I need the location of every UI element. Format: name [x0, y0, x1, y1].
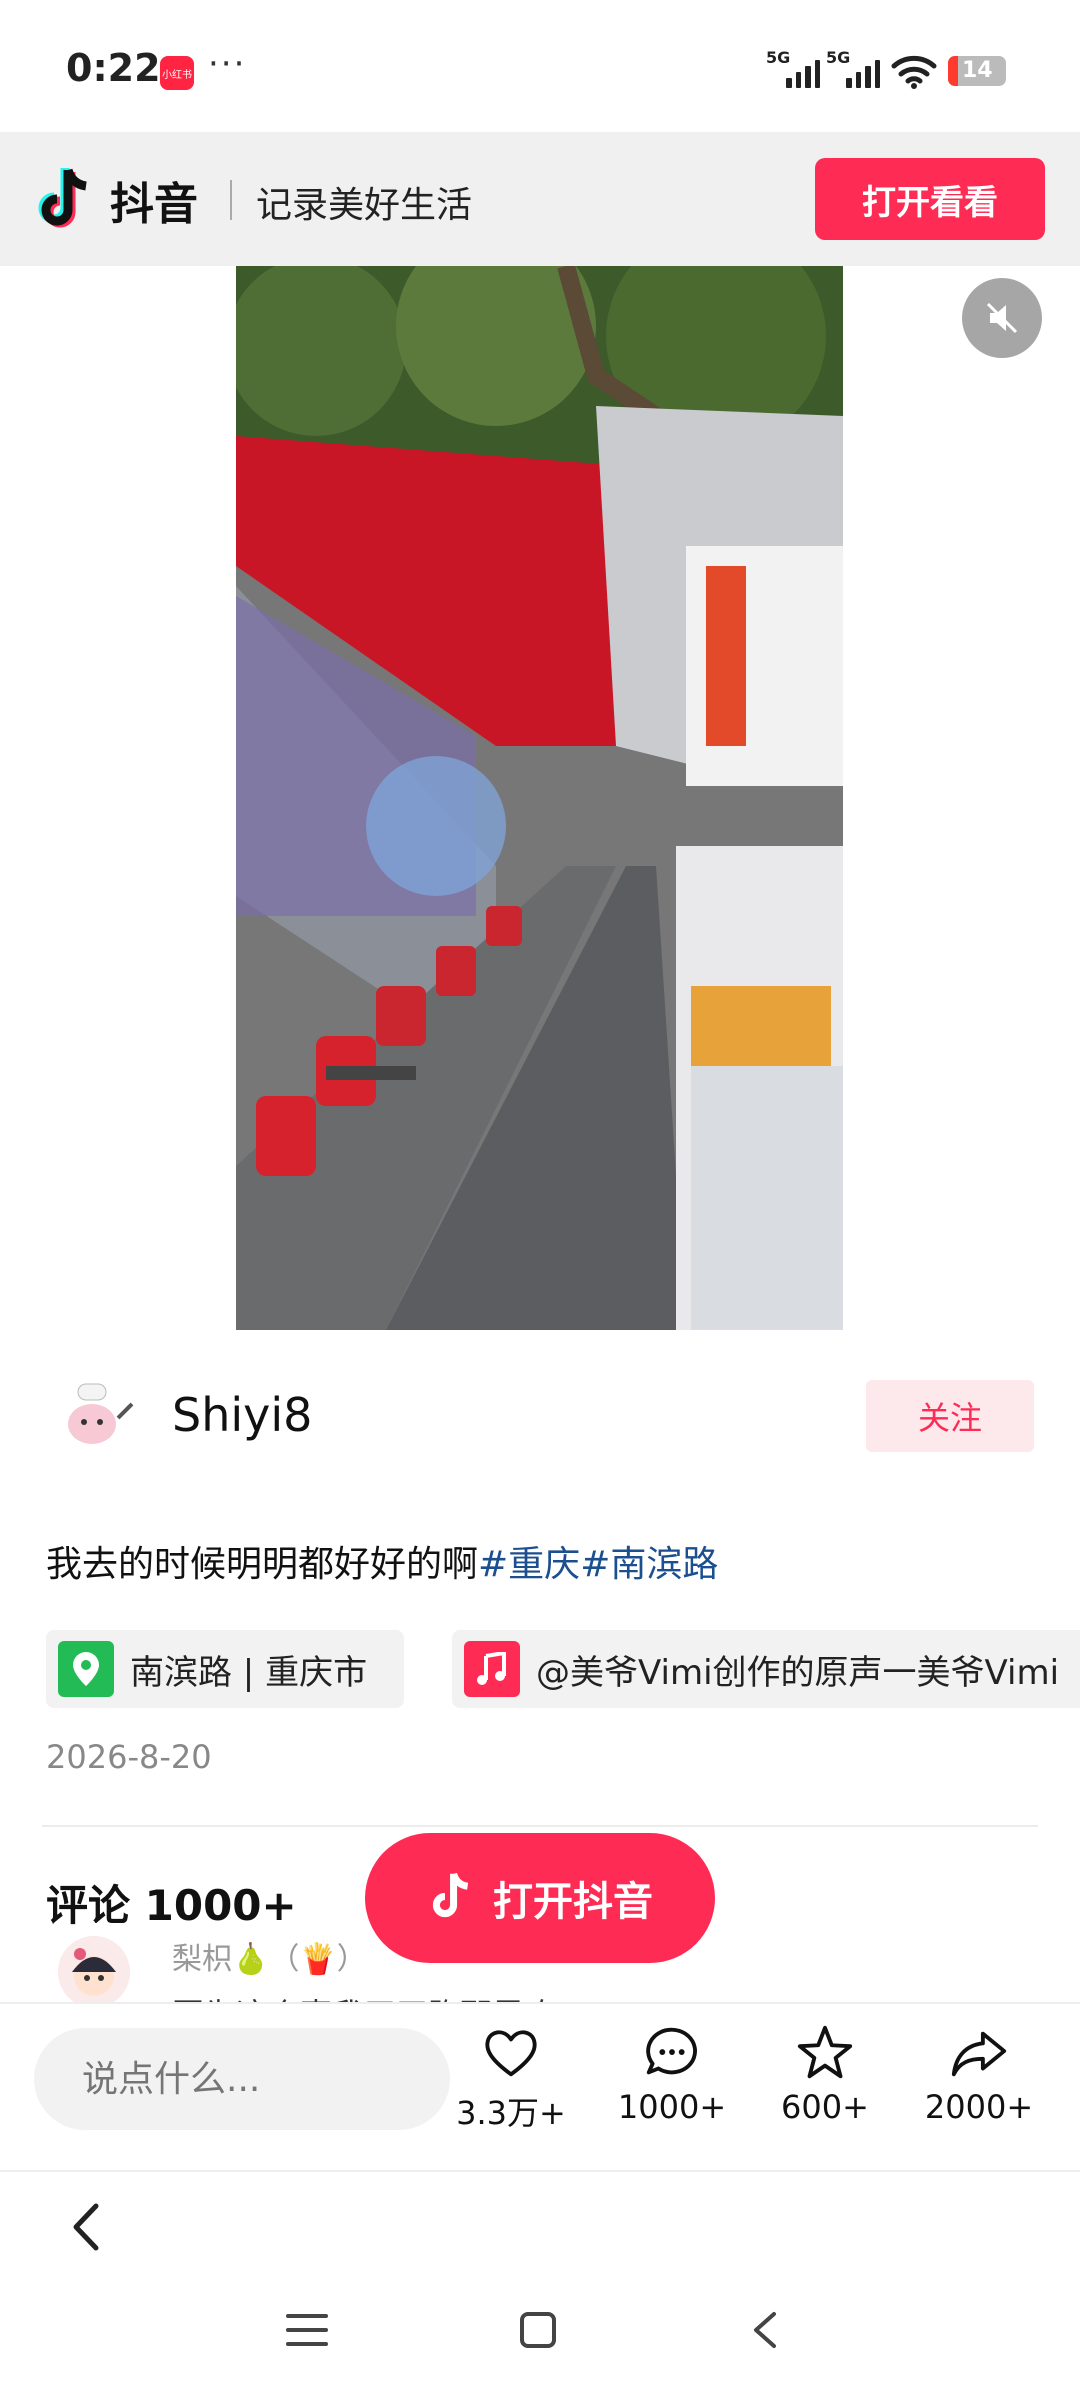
video-player[interactable] — [236, 266, 843, 1330]
location-pin-icon — [58, 1641, 114, 1697]
open-app-button[interactable]: 打开看看 — [815, 158, 1045, 240]
music-chip[interactable]: @美爷Vimi创作的原声一美爷Vimi — [452, 1630, 1080, 1708]
comment-button[interactable]: 1000+ — [597, 2022, 747, 2126]
home-square-icon[interactable] — [518, 2310, 558, 2350]
star-icon — [797, 2025, 853, 2079]
comment-bubble-icon — [646, 2027, 697, 2075]
system-back-icon[interactable] — [748, 2308, 782, 2352]
favorite-count: 600+ — [781, 2088, 869, 2126]
comment-input[interactable] — [34, 2028, 450, 2130]
comment-count: 1000+ — [617, 2088, 727, 2126]
like-count: 3.3万+ — [456, 2094, 566, 2132]
wifi-icon — [891, 55, 937, 89]
hashtag-link[interactable]: #重庆 — [478, 1544, 580, 1585]
signal-icon: 5G — [826, 48, 880, 88]
banner-slogan: 记录美好生活 — [256, 185, 473, 226]
post-date: 2026-8-20 — [46, 1738, 212, 1776]
signal-icon: 5G — [766, 48, 820, 88]
comments-title: 评论 1000+ — [46, 1881, 297, 1930]
video-frame-image — [236, 266, 843, 1330]
open-douyin-button[interactable]: 打开抖音 — [365, 1833, 715, 1963]
music-note-icon — [464, 1641, 520, 1697]
share-arrow-icon — [951, 2031, 1007, 2077]
cat-chef-avatar-icon — [52, 1370, 140, 1458]
favorite-button[interactable]: 600+ — [750, 2022, 900, 2126]
girl-avatar-icon — [58, 1936, 130, 2008]
xiaohongshu-notification-icon: 小红书 — [160, 56, 194, 90]
signal-label: 5G — [826, 48, 851, 67]
mute-button[interactable] — [962, 278, 1042, 358]
post-description: 我去的时候明明都好好的啊#重庆#南滨路 — [46, 1535, 718, 1587]
battery-level: 14 — [962, 58, 993, 83]
music-label: @美爷Vimi创作的原声一美爷Vimi — [536, 1652, 1060, 1693]
menu-icon[interactable] — [284, 2310, 330, 2350]
battery-icon: 14 — [948, 56, 1006, 86]
divider — [42, 1825, 1038, 1827]
share-count: 2000+ — [924, 2088, 1034, 2126]
share-button[interactable]: 2000+ — [904, 2022, 1054, 2126]
follow-button[interactable]: 关注 — [866, 1380, 1034, 1452]
hashtag-link[interactable]: #南滨路 — [580, 1544, 718, 1585]
author-name[interactable]: Shiyi8 — [172, 1388, 312, 1442]
author-avatar[interactable] — [50, 1368, 142, 1460]
status-time: 0:22 — [66, 46, 161, 90]
muted-speaker-icon — [986, 302, 1018, 334]
browser-navigation — [0, 2170, 1080, 2404]
commenter-name[interactable]: 梨枳🍐（🍟） — [172, 1934, 367, 1978]
location-label: 南滨路 | 重庆市 — [130, 1652, 368, 1693]
douyin-logo-icon — [432, 1872, 469, 1918]
open-douyin-label: 打开抖音 — [493, 1880, 653, 1924]
banner-divider — [230, 180, 232, 220]
more-notifications-icon: ··· — [208, 44, 247, 84]
like-button[interactable]: 3.3万+ — [436, 2022, 586, 2134]
back-chevron-icon[interactable] — [56, 2192, 116, 2262]
description-text: 我去的时候明明都好好的啊 — [46, 1544, 479, 1585]
douyin-logo-icon — [38, 168, 87, 228]
heart-icon — [485, 2030, 537, 2077]
location-chip[interactable]: 南滨路 | 重庆市 — [46, 1630, 404, 1708]
signal-label: 5G — [766, 48, 791, 67]
commenter-avatar[interactable] — [58, 1936, 130, 2008]
banner-app-name: 抖音 — [110, 179, 198, 230]
